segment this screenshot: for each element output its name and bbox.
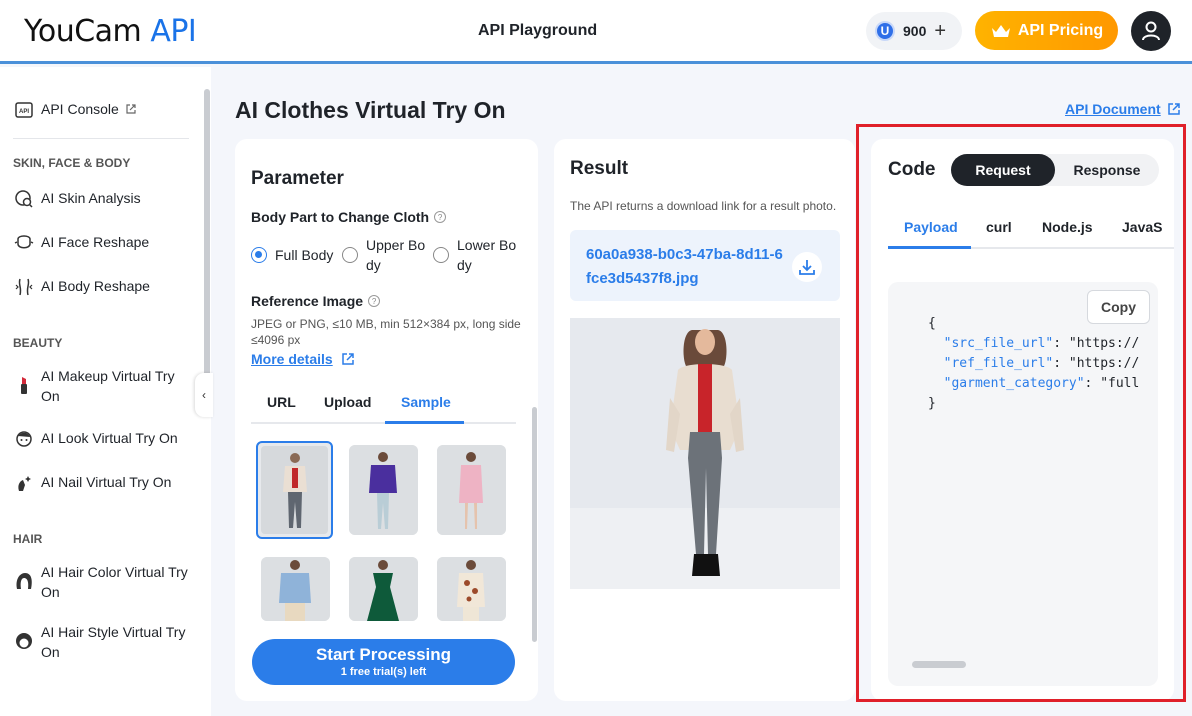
radio-dot (342, 247, 358, 263)
sidebar-item-api-console[interactable]: API API Console (13, 99, 137, 121)
sidebar-item-makeup[interactable]: AI Makeup Virtual Try On (13, 366, 183, 406)
result-file-link[interactable]: 60a0a938-b0c3-47ba-8d11-6fce3d5437f8.jpg (586, 243, 786, 291)
svg-text:API: API (19, 109, 29, 115)
sidebar: API API Console SKIN, FACE & BODY AI Ski… (0, 67, 211, 716)
header-title: API Playground (478, 22, 598, 39)
body-reshape-icon (13, 276, 35, 298)
sample-thumbnail[interactable] (437, 445, 506, 535)
result-photo (570, 318, 840, 589)
collapse-sidebar-button[interactable]: ‹ (195, 373, 213, 417)
hair-color-icon (13, 570, 35, 592)
download-button[interactable] (792, 252, 822, 282)
active-tab-indicator (385, 421, 464, 424)
tab-sample[interactable]: Sample (401, 394, 451, 410)
result-title: Result (570, 158, 629, 179)
api-pricing-button[interactable]: API Pricing (975, 11, 1118, 50)
sample-thumbnail[interactable] (261, 557, 330, 621)
sidebar-item-nail[interactable]: AI Nail Virtual Try On (13, 472, 171, 494)
radio-upper-body[interactable]: Upper Bo dy (342, 235, 425, 275)
help-icon[interactable]: ? (434, 211, 447, 223)
more-details-link[interactable]: More details (251, 351, 355, 367)
sidebar-item-hair-style[interactable]: AI Hair Style Virtual Try On (13, 622, 193, 662)
look-icon (13, 428, 35, 450)
section-beauty: BEAUTY (13, 336, 63, 350)
lipstick-icon (13, 374, 35, 396)
sample-thumbnail[interactable] (349, 557, 418, 621)
code-panel-highlight (856, 124, 1186, 702)
face-reshape-icon (13, 232, 35, 254)
section-skin-face-body: SKIN, FACE & BODY (13, 156, 131, 170)
sidebar-item-body-reshape[interactable]: AI Body Reshape (13, 276, 150, 298)
sample-thumbnail[interactable] (256, 441, 333, 539)
radio-lower-body[interactable]: Lower Bo dy (433, 235, 516, 275)
user-avatar-button[interactable] (1131, 11, 1171, 51)
credit-coin-icon: U (875, 21, 895, 41)
chevron-left-icon: ‹ (202, 388, 206, 402)
credit-count: 900 (903, 23, 927, 39)
start-processing-button[interactable]: Start Processing 1 free trial(s) left (252, 639, 515, 685)
credits-widget[interactable]: U 900 + (866, 12, 962, 50)
tab-url[interactable]: URL (267, 394, 296, 410)
help-icon[interactable]: ? (368, 295, 381, 307)
skin-analysis-icon (13, 188, 35, 210)
reference-image-requirements: JPEG or PNG, ≤10 MB, min 512×384 px, lon… (251, 317, 521, 347)
reference-image-label: Reference Image ? (251, 293, 381, 309)
hair-style-icon (13, 630, 35, 652)
sidebar-item-look[interactable]: AI Look Virtual Try On (13, 428, 178, 450)
tab-upload[interactable]: Upload (324, 394, 371, 410)
radio-full-body[interactable]: Full Body (251, 245, 333, 265)
nail-icon (13, 472, 35, 494)
sidebar-item-skin-analysis[interactable]: AI Skin Analysis (13, 188, 141, 210)
sample-thumbnail[interactable] (349, 445, 418, 535)
download-icon (799, 260, 815, 275)
body-part-label: Body Part to Change Cloth ? (251, 209, 447, 225)
parameter-panel: Parameter Body Part to Change Cloth ? Fu… (235, 139, 538, 701)
sidebar-item-face-reshape[interactable]: AI Face Reshape (13, 232, 149, 254)
sample-thumbnail[interactable] (437, 557, 506, 621)
user-icon (1142, 21, 1160, 41)
result-description: The API returns a download link for a re… (570, 199, 837, 213)
crown-icon (991, 24, 1010, 37)
youcam-logo[interactable]: YouCam API (24, 14, 197, 49)
page-title: AI Clothes Virtual Try On (235, 97, 506, 123)
api-document-link[interactable]: API Document (1065, 101, 1181, 117)
sidebar-divider (13, 138, 189, 139)
api-icon: API (13, 99, 35, 121)
sidebar-item-hair-color[interactable]: AI Hair Color Virtual Try On (13, 562, 193, 602)
parameter-title: Parameter (251, 168, 344, 189)
top-header: YouCam API API Playground U 900 + API Pr… (0, 0, 1192, 64)
reference-source-tabs: URL Upload Sample (251, 390, 516, 424)
external-link-icon (341, 353, 354, 365)
external-link-icon (1167, 103, 1180, 115)
sidebar-scrollbar[interactable] (204, 89, 210, 379)
result-panel: Result The API returns a download link f… (554, 139, 855, 701)
add-credits-button[interactable]: + (934, 21, 946, 41)
radio-dot (433, 247, 449, 263)
external-link-icon (126, 104, 136, 114)
radio-dot (251, 247, 267, 263)
result-file-box: 60a0a938-b0c3-47ba-8d11-6fce3d5437f8.jpg (570, 230, 840, 301)
parameter-scrollbar[interactable] (532, 407, 537, 642)
section-hair: HAIR (13, 532, 43, 546)
